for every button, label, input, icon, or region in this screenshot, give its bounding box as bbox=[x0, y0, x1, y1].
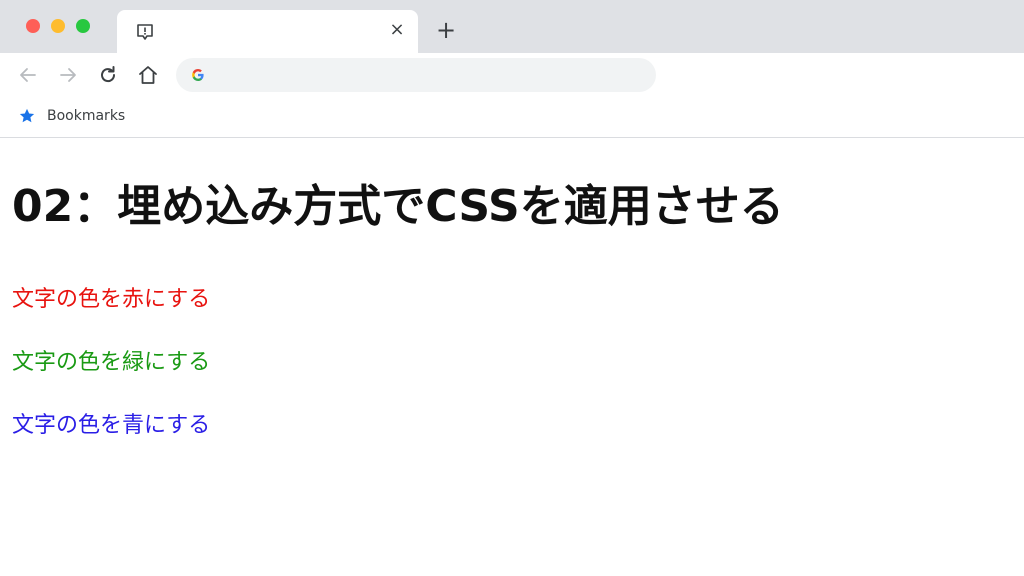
arrow-right-icon bbox=[60, 68, 76, 82]
google-icon bbox=[190, 67, 206, 83]
reload-button[interactable] bbox=[96, 63, 120, 87]
close-tab-icon[interactable]: × bbox=[387, 20, 407, 40]
page-content: 02：埋め込み方式でCSSを適用させる 文字の色を赤にする 文字の色を緑にする … bbox=[0, 139, 1024, 576]
home-icon bbox=[139, 66, 157, 84]
toolbar bbox=[0, 53, 1024, 97]
reload-icon bbox=[101, 66, 116, 83]
bookmarks-label[interactable]: Bookmarks bbox=[47, 107, 125, 125]
bookmarks-bar: Bookmarks bbox=[0, 97, 1024, 138]
zoom-window-button[interactable] bbox=[76, 19, 90, 33]
forward-button[interactable] bbox=[56, 63, 80, 87]
minimize-window-button[interactable] bbox=[51, 19, 65, 33]
star-icon bbox=[18, 107, 36, 125]
close-window-button[interactable] bbox=[26, 19, 40, 33]
page-title: 02：埋め込み方式でCSSを適用させる bbox=[12, 181, 784, 232]
new-tab-button[interactable]: + bbox=[433, 18, 459, 44]
paragraph-blue: 文字の色を青にする bbox=[12, 413, 211, 438]
title-bar: × + bbox=[0, 0, 1024, 53]
browser-window: × + Bookmarks 02：埋め込み方式でCSSを適用させる 文字の色を赤… bbox=[0, 0, 1024, 576]
arrow-left-icon bbox=[20, 68, 36, 82]
home-button[interactable] bbox=[136, 63, 160, 87]
browser-tab[interactable]: × bbox=[117, 10, 418, 53]
address-bar[interactable] bbox=[176, 58, 656, 92]
back-button[interactable] bbox=[16, 63, 40, 87]
paragraph-red: 文字の色を赤にする bbox=[12, 287, 211, 312]
page-alert-icon bbox=[136, 23, 154, 41]
paragraph-green: 文字の色を緑にする bbox=[12, 350, 211, 375]
